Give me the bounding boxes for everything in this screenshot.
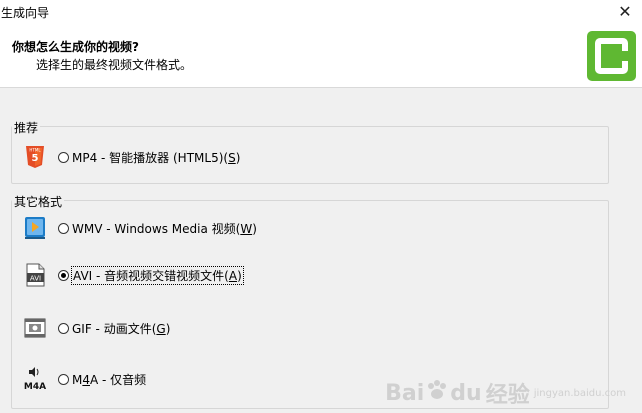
- option-mp4[interactable]: 5 HTML MP4 - 智能播放器 (HTML5)(S): [24, 145, 240, 169]
- close-button[interactable]: ✕: [614, 1, 636, 23]
- gif-file-icon: [24, 316, 46, 340]
- baidu-watermark: Bai du 经验 jingyan.baidu.com: [385, 379, 626, 408]
- option-wmv[interactable]: WMV - Windows Media 视频(W): [24, 216, 257, 240]
- m4a-icon-text: M4A: [24, 382, 46, 391]
- wmv-media-icon: [24, 216, 46, 240]
- camtasia-logo-icon: [587, 31, 636, 81]
- option-gif-label[interactable]: GIF - 动画文件(G): [72, 320, 170, 337]
- svg-text:5: 5: [32, 153, 39, 164]
- radio-mp4[interactable]: [58, 151, 69, 163]
- html5-icon: 5 HTML: [24, 145, 46, 169]
- avi-icon-text: AVI: [30, 275, 41, 283]
- group-other-formats-label: 其它格式: [12, 193, 65, 210]
- option-avi[interactable]: AVI AVI - 音频视频交错视频文件(A): [24, 263, 244, 287]
- window-title: 生成向导: [1, 6, 50, 20]
- radio-m4a[interactable]: [58, 373, 69, 385]
- option-wmv-label[interactable]: WMV - Windows Media 视频(W): [72, 220, 257, 237]
- radio-wmv[interactable]: [58, 222, 69, 234]
- wizard-instruction: 选择生的最终视频文件格式。: [36, 58, 193, 72]
- m4a-audio-icon: M4A: [24, 367, 46, 392]
- option-m4a[interactable]: M4A M4A - 仅音频: [24, 367, 146, 392]
- wizard-question: 你想怎么生成你的视频?: [12, 40, 139, 54]
- option-m4a-label[interactable]: M4A - 仅音频: [72, 371, 146, 388]
- avi-file-icon: AVI: [24, 263, 46, 287]
- radio-avi[interactable]: [58, 269, 69, 281]
- paw-icon: [426, 379, 448, 407]
- title-bar: 生成向导 ✕: [0, 0, 642, 24]
- option-mp4-label[interactable]: MP4 - 智能播放器 (HTML5)(S): [72, 149, 240, 166]
- radio-gif[interactable]: [58, 322, 69, 334]
- wizard-header: 你想怎么生成你的视频? 选择生的最终视频文件格式。: [0, 24, 642, 88]
- option-avi-label[interactable]: AVI - 音频视频交错视频文件(A): [71, 265, 244, 285]
- html5-icon-text: HTML: [29, 148, 41, 153]
- option-gif[interactable]: GIF - 动画文件(G): [24, 316, 170, 340]
- group-recommended-label: 推荐: [12, 119, 41, 136]
